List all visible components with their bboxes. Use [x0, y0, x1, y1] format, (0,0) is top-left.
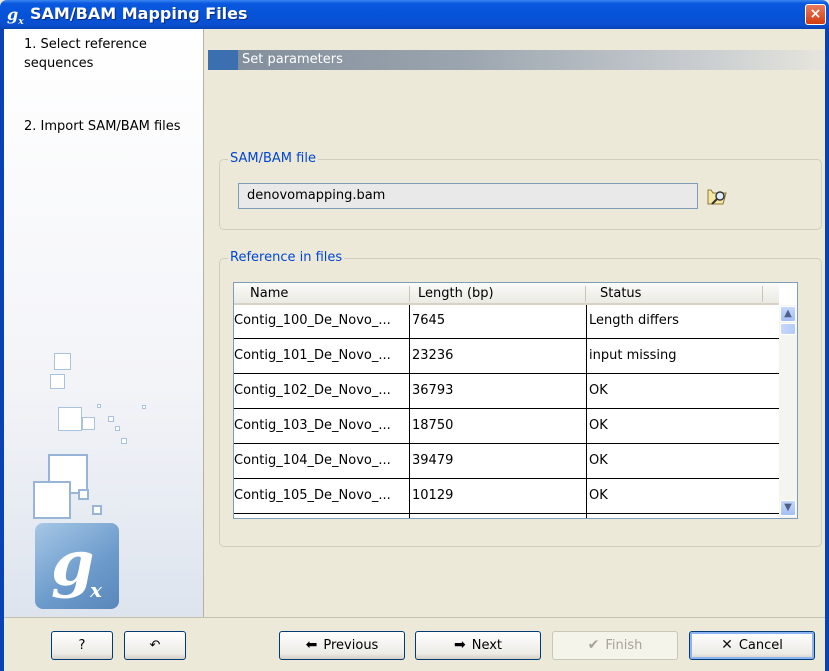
cell-length: 36793	[412, 383, 454, 398]
app-logo-icon: gx	[7, 5, 24, 28]
column-divider[interactable]	[762, 286, 763, 302]
table-row[interactable]: Contig_101_De_Novo_... 23236 input missi…	[234, 340, 779, 374]
window-title: SAM/BAM Mapping Files	[30, 4, 248, 23]
decorative-square	[50, 374, 65, 389]
clc-logo-icon: gx	[35, 523, 119, 609]
reference-in-files-group: Reference in files Name Length (bp) Stat…	[219, 250, 822, 547]
cell-name: Contig_105_De_Novo_...	[234, 488, 391, 503]
title-bar: gx SAM/BAM Mapping Files ×	[0, 0, 829, 29]
arrow-right-icon: ➡	[453, 637, 466, 653]
cell-name: Contig_103_De_Novo_...	[234, 418, 391, 433]
cancel-button[interactable]: ✕ Cancel	[689, 631, 815, 660]
cell-name: Contig_101_De_Novo_...	[234, 348, 391, 363]
bottom-separator	[4, 617, 825, 618]
column-header-length[interactable]: Length (bp)	[418, 286, 494, 301]
cell-status: OK	[589, 418, 608, 433]
wizard-steps-panel: 1. Select reference sequences 2. Import …	[4, 29, 204, 617]
reset-button[interactable]: ↶	[124, 631, 186, 660]
arrow-left-icon: ⬅	[305, 637, 318, 653]
decorative-square	[78, 489, 89, 500]
cancel-x-icon: ✕	[721, 637, 733, 653]
header-accent-square	[208, 50, 238, 70]
decorative-square	[115, 426, 120, 431]
table-row[interactable]: Contig_100_De_Novo_... 7645 Length diffe…	[234, 305, 779, 339]
cell-length: 39479	[412, 453, 454, 468]
decorative-square	[108, 416, 114, 422]
table-row[interactable]: Contig_103_De_Novo_... 18750 OK	[234, 410, 779, 444]
reset-icon: ↶	[149, 638, 161, 653]
cell-name: Contig_104_De_Novo_...	[234, 453, 391, 468]
previous-label: Previous	[323, 638, 379, 653]
cell-length: 18750	[412, 418, 454, 433]
scroll-down-icon[interactable]: ▼	[780, 500, 796, 516]
decorative-square	[121, 438, 127, 444]
scroll-up-icon[interactable]: ▲	[780, 306, 796, 322]
cell-status: Length differs	[589, 313, 679, 328]
cell-length: 23236	[412, 348, 454, 363]
section-title: Set parameters	[242, 52, 343, 67]
sam-bam-file-legend: SAM/BAM file	[228, 151, 318, 166]
reference-table[interactable]: Name Length (bp) Status Contig_100_De_No…	[233, 282, 798, 519]
scroll-thumb[interactable]	[780, 323, 796, 335]
decorative-square	[54, 353, 71, 370]
cell-status: OK	[589, 383, 608, 398]
column-line	[409, 305, 410, 518]
sam-bam-file-input[interactable]: denovomapping.bam	[238, 183, 698, 209]
cell-name: Contig_102_De_Novo_...	[234, 383, 391, 398]
cell-length: 10129	[412, 488, 454, 503]
decorative-square	[82, 417, 95, 430]
cell-name: Contig_100_De_Novo_...	[234, 313, 391, 328]
decorative-square	[92, 505, 102, 515]
table-header: Name Length (bp) Status	[234, 283, 779, 305]
column-header-name[interactable]: Name	[250, 286, 288, 301]
help-button[interactable]: ?	[51, 631, 113, 660]
finish-label: Finish	[605, 638, 643, 653]
next-button[interactable]: ➡ Next	[415, 631, 541, 660]
column-divider[interactable]	[585, 286, 586, 302]
previous-button[interactable]: ⬅ Previous	[279, 631, 405, 660]
cell-length: 7645	[412, 313, 446, 328]
help-label: ?	[78, 638, 86, 653]
browse-folder-icon[interactable]	[705, 184, 729, 208]
table-scrollbar[interactable]: ▲ ▼	[779, 305, 797, 518]
table-row[interactable]: Contig_102_De_Novo_... 36793 OK	[234, 375, 779, 409]
table-row[interactable]: Contig_104_De_Novo_... 39479 OK	[234, 445, 779, 479]
window-frame-right	[825, 29, 829, 671]
next-label: Next	[471, 638, 503, 653]
column-divider[interactable]	[409, 286, 410, 302]
decorative-square	[97, 404, 101, 408]
step-import-files: 2. Import SAM/BAM files	[24, 119, 181, 134]
finish-button[interactable]: ✔ Finish	[552, 631, 678, 660]
decorative-square	[58, 407, 82, 431]
checkmark-icon: ✔	[587, 637, 600, 653]
decorative-square	[33, 481, 71, 519]
section-header: Set parameters	[208, 50, 825, 70]
close-button[interactable]: ×	[805, 4, 826, 25]
sam-bam-file-group: SAM/BAM file denovomapping.bam	[219, 151, 822, 230]
reference-in-files-legend: Reference in files	[228, 250, 345, 265]
table-row[interactable]: Contig_105_De_Novo_... 10129 OK	[234, 480, 779, 514]
column-header-status[interactable]: Status	[600, 286, 641, 301]
cancel-label: Cancel	[738, 638, 783, 653]
cell-status: OK	[589, 488, 608, 503]
cell-status: input missing	[589, 348, 677, 363]
cell-status: OK	[589, 453, 608, 468]
step-select-reference: 1. Select reference sequences	[24, 37, 147, 71]
column-line	[586, 305, 587, 518]
decorative-square	[142, 405, 146, 409]
